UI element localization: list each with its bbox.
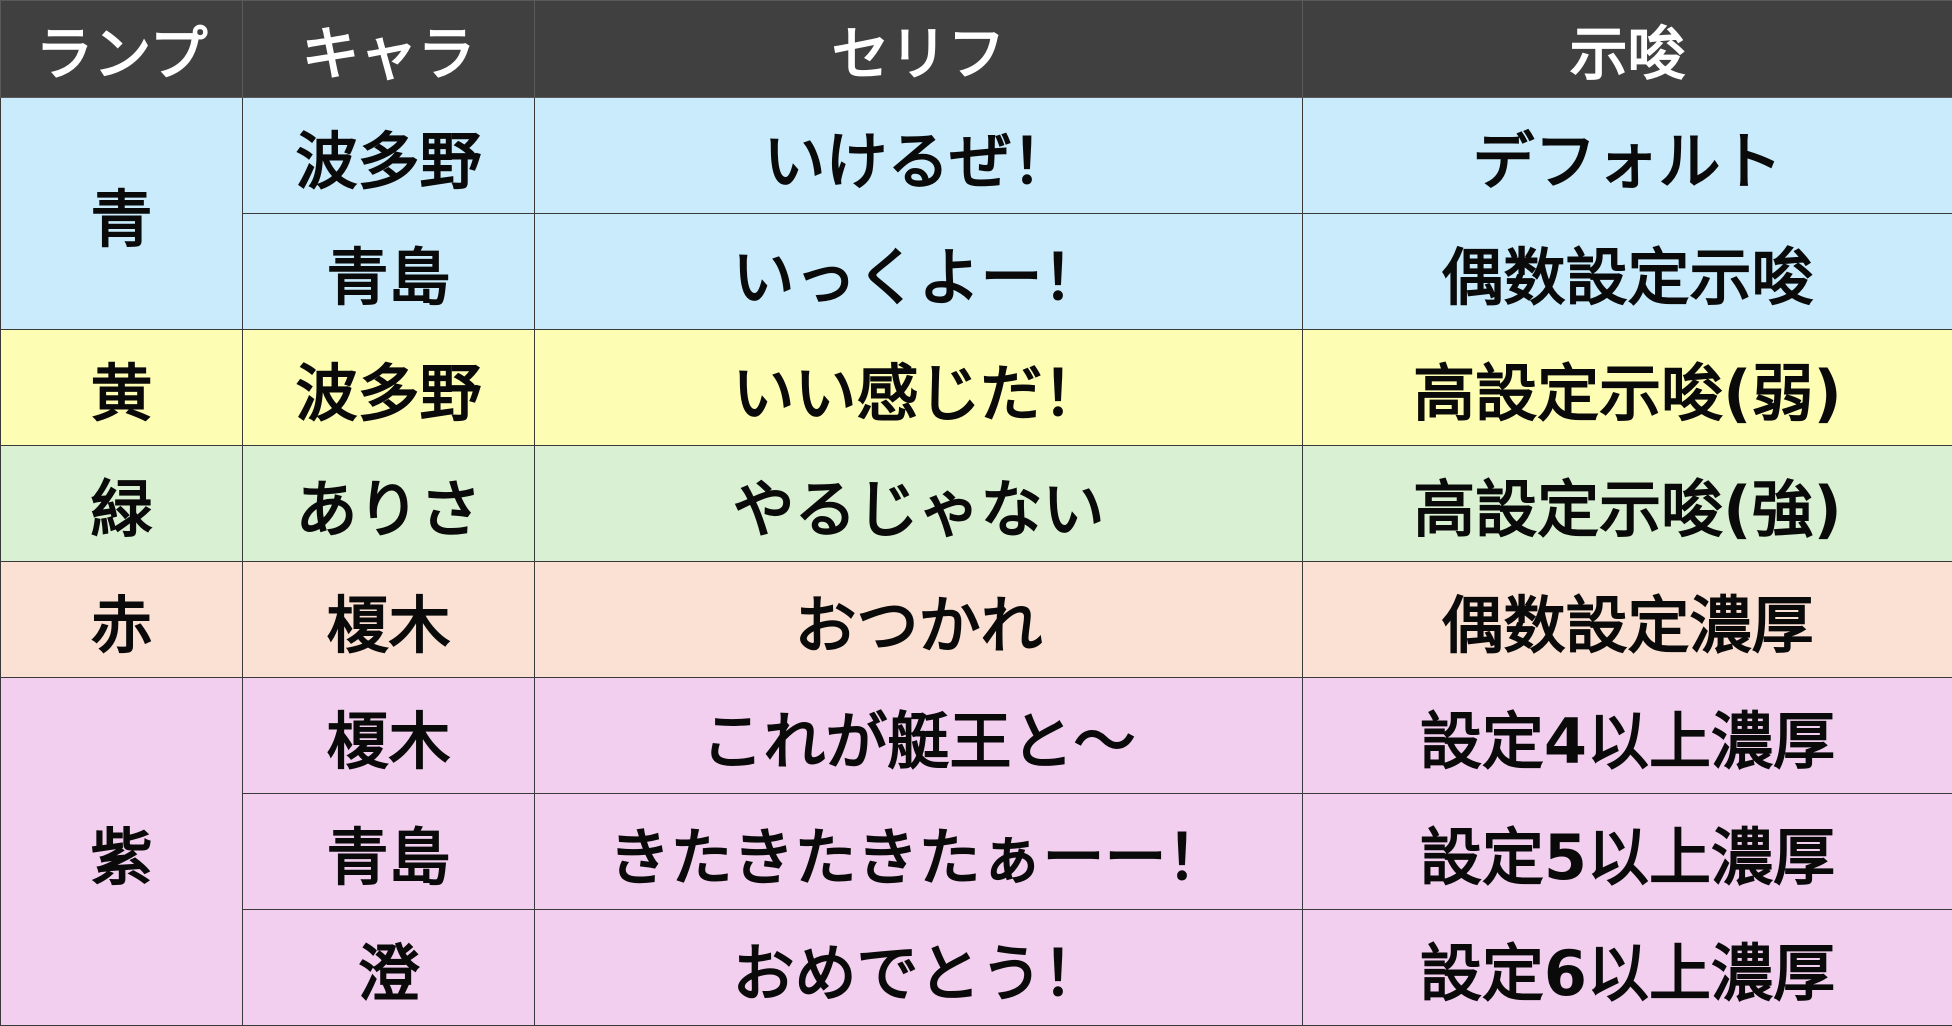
- lamp-cell: 緑: [1, 446, 243, 562]
- header-row: ランプ キャラ セリフ 示唆: [1, 1, 1952, 98]
- serif-cell: やるじゃない: [535, 446, 1303, 562]
- hint-cell: 高設定示唆(弱): [1303, 330, 1952, 446]
- lamp-cell: 黄: [1, 330, 243, 446]
- table-row: 赤 榎木 おつかれ 偶数設定濃厚: [1, 562, 1952, 678]
- table-row: 青島 きたきたきたぁーー！ 設定5以上濃厚: [1, 794, 1952, 910]
- chara-cell: 波多野: [243, 98, 535, 214]
- chara-cell: 青島: [243, 214, 535, 330]
- chara-cell: 榎木: [243, 678, 535, 794]
- lamp-cell: 紫: [1, 678, 243, 1026]
- table-row: 澄 おめでとう！ 設定6以上濃厚: [1, 910, 1952, 1026]
- lamp-table: ランプ キャラ セリフ 示唆 青 波多野 いけるぜ！ デフォルト 青島 いっくよ…: [0, 0, 1952, 1026]
- hint-cell: 偶数設定示唆: [1303, 214, 1952, 330]
- hint-cell: デフォルト: [1303, 98, 1952, 214]
- serif-cell: これが艇王と～: [535, 678, 1303, 794]
- serif-cell: おめでとう！: [535, 910, 1303, 1026]
- serif-cell: いっくよー！: [535, 214, 1303, 330]
- table-row: 青 波多野 いけるぜ！ デフォルト: [1, 98, 1952, 214]
- chara-cell: 澄: [243, 910, 535, 1026]
- chara-cell: 波多野: [243, 330, 535, 446]
- header-lamp: ランプ: [1, 1, 243, 98]
- chara-cell: 青島: [243, 794, 535, 910]
- serif-cell: いけるぜ！: [535, 98, 1303, 214]
- chara-cell: 榎木: [243, 562, 535, 678]
- hint-cell: 設定5以上濃厚: [1303, 794, 1952, 910]
- serif-cell: おつかれ: [535, 562, 1303, 678]
- lamp-cell: 赤: [1, 562, 243, 678]
- table-row: 黄 波多野 いい感じだ！ 高設定示唆(弱): [1, 330, 1952, 446]
- header-chara: キャラ: [243, 1, 535, 98]
- serif-cell: きたきたきたぁーー！: [535, 794, 1303, 910]
- hint-cell: 高設定示唆(強): [1303, 446, 1952, 562]
- header-hint: 示唆: [1303, 1, 1952, 98]
- table-row: 青島 いっくよー！ 偶数設定示唆: [1, 214, 1952, 330]
- hint-cell: 設定4以上濃厚: [1303, 678, 1952, 794]
- table-row: 緑 ありさ やるじゃない 高設定示唆(強): [1, 446, 1952, 562]
- serif-cell: いい感じだ！: [535, 330, 1303, 446]
- lamp-cell: 青: [1, 98, 243, 330]
- table-row: 紫 榎木 これが艇王と～ 設定4以上濃厚: [1, 678, 1952, 794]
- header-serif: セリフ: [535, 1, 1303, 98]
- hint-cell: 設定6以上濃厚: [1303, 910, 1952, 1026]
- chara-cell: ありさ: [243, 446, 535, 562]
- hint-cell: 偶数設定濃厚: [1303, 562, 1952, 678]
